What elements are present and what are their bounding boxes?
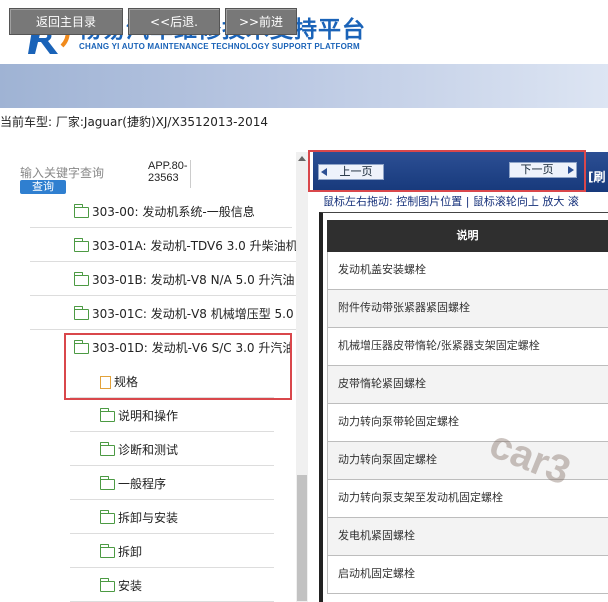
brand-subtitle: CHANG YI AUTO MAINTENANCE TECHNOLOGY SUP… xyxy=(79,42,360,51)
divider xyxy=(190,160,191,188)
tree-item-label: 说明和操作 xyxy=(118,409,179,423)
table-row: 动力转向泵支架至发动机固定螺栓 xyxy=(327,480,608,518)
folder-icon xyxy=(100,442,115,456)
tree-item-label: 303-01A: 发动机-TDV6 3.0 升柴油机 xyxy=(92,239,296,253)
tree-item-label: 一般程序 xyxy=(118,477,167,491)
table-header: 说明 xyxy=(327,220,608,252)
folder-icon xyxy=(100,544,115,558)
tree-item[interactable]: 拆卸 xyxy=(70,538,274,568)
tree-item-label: 拆卸与安装 xyxy=(118,511,179,525)
folder-icon xyxy=(74,204,89,218)
tree-item-label: 303-01B: 发动机-V8 N/A 5.0 升汽油 xyxy=(92,273,295,287)
table-row: 发动机盖安装螺栓 xyxy=(327,252,608,290)
folder-icon xyxy=(100,510,115,524)
tree-item[interactable]: 说明和操作 xyxy=(70,402,274,432)
folder-icon xyxy=(100,408,115,422)
folder-icon xyxy=(74,306,89,320)
tree-item-label: 303-01C: 发动机-V8 机械增压型 5.0 xyxy=(92,307,294,321)
tree-item[interactable]: 303-01B: 发动机-V8 N/A 5.0 升汽油 xyxy=(30,266,296,296)
folder-icon xyxy=(100,476,115,490)
toolbar xyxy=(0,64,608,108)
tree-item-label: 拆卸 xyxy=(118,545,143,559)
current-vehicle: 当前车型: 厂家:Jaguar(捷豹)XJ/X3512013-2014 xyxy=(0,115,269,129)
tree-item[interactable]: 诊断和测试 xyxy=(70,436,274,466)
tree-item[interactable]: 303-01A: 发动机-TDV6 3.0 升柴油机 xyxy=(30,232,296,262)
tree-item-label: 303-00: 发动机系统-一般信息 xyxy=(92,205,255,219)
tree-item[interactable]: 安装 xyxy=(70,572,274,602)
app-code: APP.80-23563 xyxy=(148,160,188,184)
back-button[interactable]: <<后退. xyxy=(128,8,220,35)
folder-icon xyxy=(74,272,89,286)
tree-item-label: 诊断和测试 xyxy=(118,443,179,457)
folder-icon xyxy=(74,238,89,252)
table-row: 机械增压器皮带惰轮/张紧器支架固定螺栓 xyxy=(327,328,608,366)
table-row: 启动机固定螺栓 xyxy=(327,556,608,594)
tree-item-label: 安装 xyxy=(118,579,143,593)
folder-icon xyxy=(100,578,115,592)
table-row: 发电机紧固螺栓 xyxy=(327,518,608,556)
scroll-up-icon[interactable] xyxy=(296,152,308,166)
tree-item[interactable]: 一般程序 xyxy=(70,470,274,500)
search-input[interactable]: 输入关键字查询 xyxy=(20,164,104,181)
forward-button[interactable]: >>前进 xyxy=(225,8,297,35)
tree-item[interactable]: 303-01C: 发动机-V8 机械增压型 5.0 xyxy=(30,300,296,330)
highlight-box xyxy=(64,333,292,400)
highlight-box xyxy=(308,150,586,192)
home-button[interactable]: 返回主目录 xyxy=(9,8,123,35)
search-button[interactable]: 查询 xyxy=(20,180,66,194)
mouse-hint: 鼠标左右拖动: 控制图片位置 | 鼠标滚轮向上 放大 滚 xyxy=(323,195,579,208)
table-row: 皮带惰轮紧固螺栓 xyxy=(327,366,608,404)
scroll-thumb[interactable] xyxy=(297,475,307,601)
refresh-link[interactable]: [刷 xyxy=(588,168,606,185)
tree-item[interactable]: 拆卸与安装 xyxy=(70,504,274,534)
tree-item[interactable]: 303-00: 发动机系统-一般信息 xyxy=(30,198,292,228)
table-row: 动力转向泵带轮固定螺栓 xyxy=(327,404,608,442)
table-row: 附件传动带张紧器紧固螺栓 xyxy=(327,290,608,328)
